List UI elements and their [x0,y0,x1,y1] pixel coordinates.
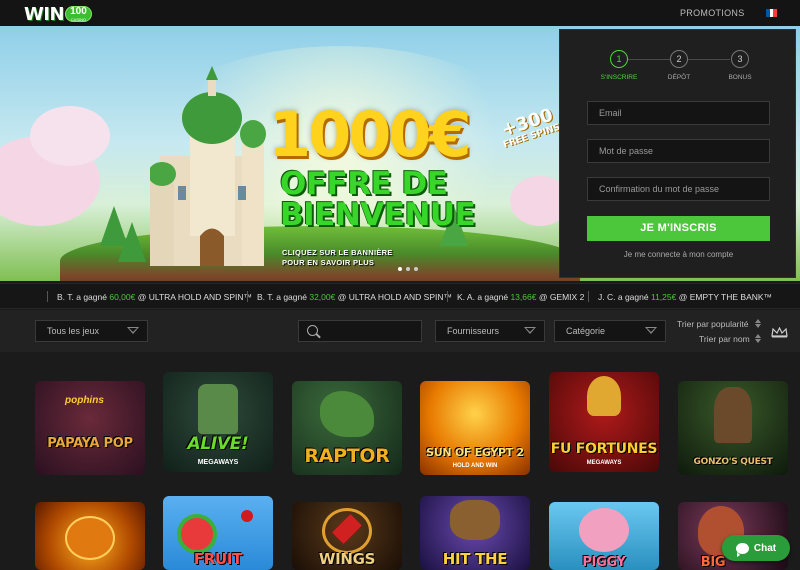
chevron-down-icon [645,327,657,334]
game-tile-fruit[interactable]: FRUIT [163,496,273,570]
confirm-password-field[interactable]: Confirmation du mot de passe [587,177,770,201]
ticker-item[interactable]: B. T. a gagné 60,00€ @ ULTRA HOLD AND SP… [57,292,252,302]
sort-arrows-icon[interactable] [755,319,761,328]
signup-button[interactable]: JE M'INSCRIS [587,216,770,241]
game-tile-dragon[interactable] [35,502,145,570]
logo-badge: 100 CASINO [65,6,92,22]
email-field[interactable]: Email [587,101,770,125]
game-tile-sun-of-egypt-2[interactable]: SUN OF EGYPT 2 HOLD AND WIN [420,381,530,475]
step-signup: 1 S'INSCRIRE [589,50,649,81]
dragon-icon [65,516,115,560]
winners-ticker: B. T. a gagné 60,00€ @ ULTRA HOLD AND SP… [0,283,800,309]
search-icon [307,325,318,336]
ticker-item[interactable]: B. T. a gagné 32,00€ @ ULTRA HOLD AND SP… [257,292,452,302]
category-select[interactable]: Catégorie [554,320,666,342]
game-tile-fu-fortunes[interactable]: FU FORTUNES MEGAWAYS [549,372,659,472]
login-link[interactable]: Je me connecte à mon compte [560,250,797,259]
sort-arrows-icon[interactable] [755,334,761,343]
logo-word: WIN [24,3,65,25]
bonus-amount: 1000€ [268,98,472,171]
game-tile-piggy[interactable]: PIGGY [549,502,659,570]
chat-bubble-icon [735,542,749,557]
castle-illustration [150,66,266,266]
banner-subtitle: CLIQUEZ SUR LE BANNIÈRE POUR EN SAVOIR P… [282,248,393,267]
carousel-dot[interactable] [398,267,402,271]
pig-icon [579,508,629,552]
chevron-down-icon [127,327,139,334]
ticker-item[interactable]: K. A. a gagné 13,66€ @ GEMIX 2 [457,292,584,302]
step-bonus: 3 BONUS [710,50,770,81]
game-tile-papaya-pop[interactable]: pophins PAPAYA POP [35,381,145,475]
carousel-dots [398,267,418,271]
cherry-icon [241,510,253,522]
search-input[interactable] [298,320,422,342]
password-field[interactable]: Mot de passe [587,139,770,163]
site-logo[interactable]: WIN 100 CASINO [24,3,92,25]
offer-heading: OFFRE DE BIENVENUE [280,166,476,233]
signup-steps: 1 S'INSCRIRE 2 DÉPÔT 3 BONUS [560,50,797,86]
sort-name[interactable]: Trier par nom [699,334,750,344]
sort-popularity[interactable]: Trier par popularité [677,319,749,329]
providers-select[interactable]: Fournisseurs [435,320,545,342]
game-tile-alive[interactable]: ALIVE! MEGAWAYS [163,372,273,472]
carousel-dot[interactable] [406,267,410,271]
game-filters: Tous les jeux Fournisseurs Catégorie Tri… [0,310,800,352]
step-deposit: 2 DÉPÔT [649,50,709,81]
chevron-down-icon [524,327,536,334]
all-games-select[interactable]: Tous les jeux [35,320,148,342]
top-bar: WIN 100 CASINO PROMOTIONS [0,0,800,26]
watermelon-icon [177,514,217,554]
game-tile-raptor[interactable]: RAPTOR [292,381,402,475]
game-tile-wings[interactable]: WINGS [292,502,402,570]
chat-button[interactable]: Chat [722,535,790,561]
game-tile-gonzos-quest[interactable]: GONZO'S QUEST [678,381,788,475]
crown-icon[interactable] [771,327,788,338]
promotions-link[interactable]: PROMOTIONS [680,8,745,18]
carousel-dot[interactable] [414,267,418,271]
ticker-item[interactable]: J. C. a gagné 11,25€ @ EMPTY THE BANK™ [598,292,772,302]
french-flag-icon[interactable] [766,9,778,17]
game-tile-hit-the[interactable]: HIT THE [420,496,530,570]
signup-panel: 1 S'INSCRIRE 2 DÉPÔT 3 BONUS Email Mot d… [559,29,796,278]
